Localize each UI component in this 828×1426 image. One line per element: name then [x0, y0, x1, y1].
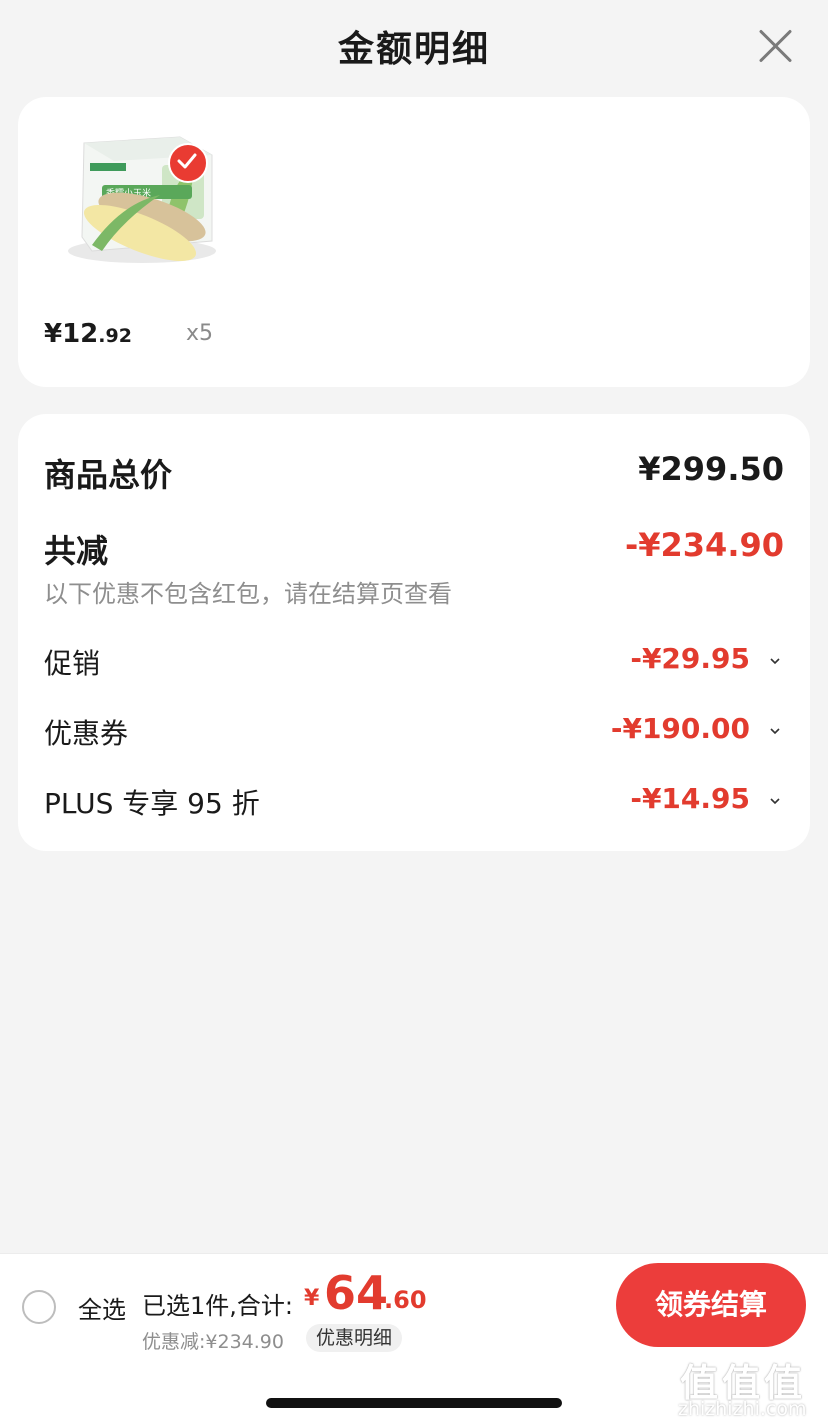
discount-item-label: 促销	[44, 647, 101, 680]
product-price: ¥12.92	[44, 319, 132, 349]
discount-summary-text: 优惠减:¥234.90	[142, 1331, 284, 1353]
select-all-label[interactable]: 全选	[78, 1290, 126, 1325]
header-bar: 金额明细	[0, 0, 828, 92]
product-card: 香糯小玉米 ¥12.92 x5	[18, 97, 810, 387]
chevron-down-icon	[770, 658, 780, 665]
product-price-main: ¥12	[44, 319, 99, 349]
home-indicator[interactable]	[266, 1398, 562, 1408]
chevron-down-icon	[770, 798, 780, 805]
total-value: ¥299.50	[638, 450, 784, 488]
discount-item-label: PLUS 专享 95 折	[44, 787, 260, 820]
checkout-bar: 全选 已选1件,合计: ¥ 64 .60 优惠减:¥234.90 优惠明细 领券…	[0, 1253, 828, 1356]
product-price-cents: .92	[98, 325, 132, 347]
total-label: 商品总价	[44, 456, 173, 494]
reduce-value: -¥234.90	[624, 526, 784, 564]
checkout-button[interactable]: 领券结算	[616, 1263, 806, 1347]
chevron-down-icon	[770, 728, 780, 735]
discount-item-amount: -¥29.95	[630, 642, 750, 675]
discount-item-amount: -¥14.95	[630, 782, 750, 815]
page-title: 金额明细	[337, 29, 490, 70]
discount-detail-button[interactable]: 优惠明细	[306, 1324, 403, 1352]
reduce-label: 共减	[44, 532, 109, 570]
total-amount-integer: 64	[324, 1266, 389, 1320]
selected-count-text: 已选1件,合计:	[142, 1292, 293, 1320]
discount-item-value[interactable]: -¥14.95	[630, 782, 784, 815]
watermark-url: zhizhizhi.com	[678, 1398, 807, 1420]
select-all-radio[interactable]	[22, 1290, 56, 1324]
product-quantity: x5	[186, 321, 214, 346]
total-amount-decimal: .60	[384, 1286, 427, 1314]
summary-card: 商品总价 ¥299.50 共减 -¥234.90 以下优惠不包含红包，请在结算页…	[18, 414, 810, 851]
discount-item-amount: -¥190.00	[610, 712, 750, 745]
close-icon[interactable]	[754, 24, 796, 66]
discount-item-value[interactable]: -¥29.95	[630, 642, 784, 675]
discount-item-value[interactable]: -¥190.00	[611, 712, 784, 745]
discount-item-label: 优惠券	[44, 717, 129, 750]
product-check-icon[interactable]	[168, 143, 208, 183]
discount-note: 以下优惠不包含红包，请在结算页查看	[44, 580, 452, 608]
total-currency: ¥	[304, 1286, 320, 1311]
